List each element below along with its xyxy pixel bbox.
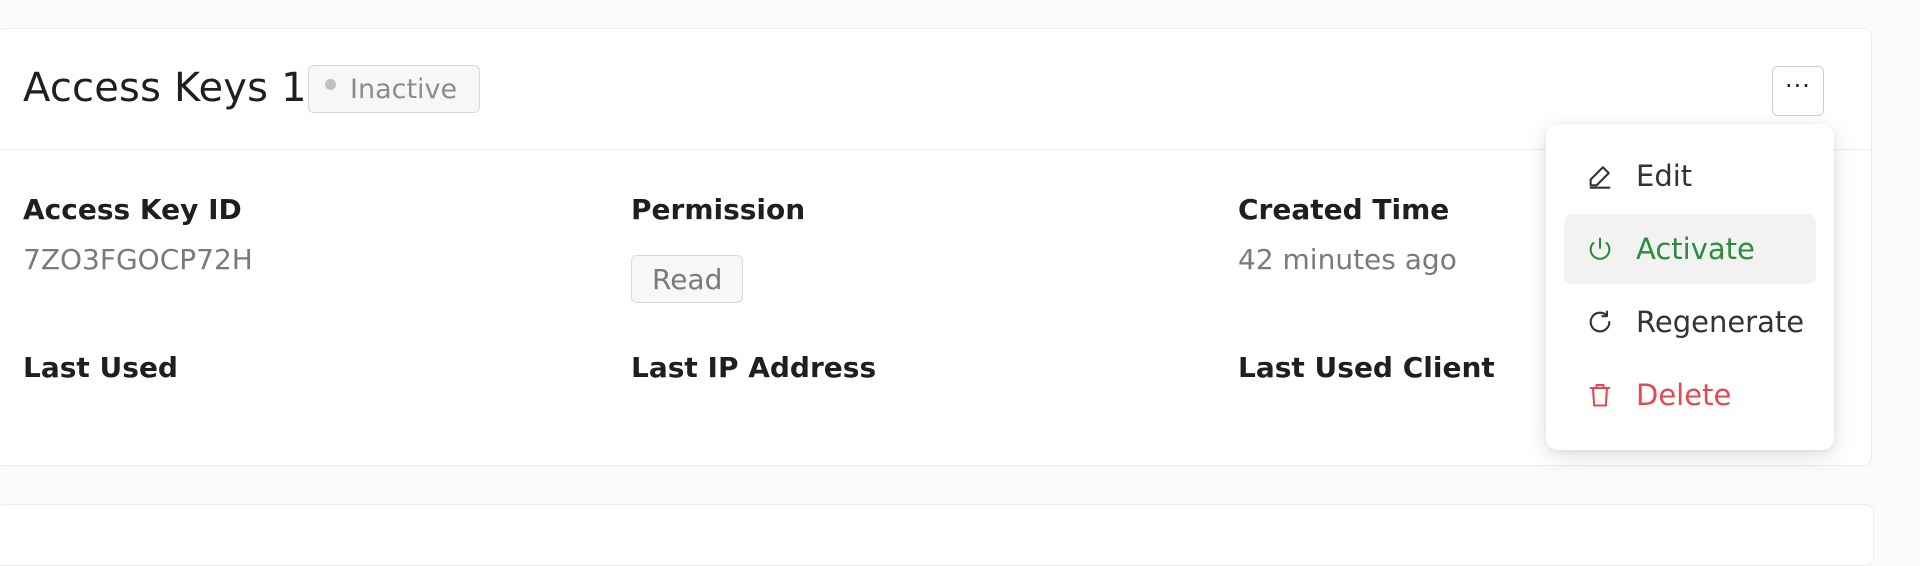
power-icon — [1586, 235, 1614, 263]
menu-item-delete[interactable]: Delete — [1564, 360, 1816, 430]
trash-icon — [1586, 381, 1614, 409]
card-title: Access Keys 1 — [23, 65, 307, 111]
created-time-label: Created Time — [1238, 193, 1450, 226]
last-ip-address-label: Last IP Address — [631, 351, 877, 384]
menu-item-label: Delete — [1636, 378, 1732, 412]
more-actions-button[interactable]: ··· — [1772, 66, 1824, 116]
menu-item-edit[interactable]: Edit — [1564, 141, 1816, 211]
next-access-key-card — [0, 504, 1874, 566]
last-used-label: Last Used — [23, 351, 178, 384]
refresh-icon — [1586, 308, 1614, 336]
status-badge: Inactive — [308, 65, 481, 113]
actions-dropdown-menu: Edit Activate Regenerate Delete — [1546, 124, 1834, 450]
permission-tag: Read — [631, 255, 744, 303]
created-time-value: 42 minutes ago — [1238, 243, 1457, 276]
access-key-id-label: Access Key ID — [23, 193, 242, 226]
status-dot-icon — [325, 78, 336, 90]
menu-item-regenerate[interactable]: Regenerate — [1564, 287, 1816, 357]
menu-item-label: Edit — [1636, 159, 1693, 193]
last-used-client-label: Last Used Client — [1238, 351, 1495, 384]
ellipsis-icon: ··· — [1785, 72, 1811, 100]
status-text: Inactive — [350, 73, 458, 105]
access-key-id-value: 7ZO3FGOCP72H — [23, 243, 253, 276]
pencil-icon — [1586, 162, 1614, 190]
menu-item-label: Regenerate — [1636, 305, 1805, 339]
permission-label: Permission — [631, 193, 806, 226]
menu-item-activate[interactable]: Activate — [1564, 214, 1816, 284]
menu-item-label: Activate — [1636, 232, 1755, 266]
